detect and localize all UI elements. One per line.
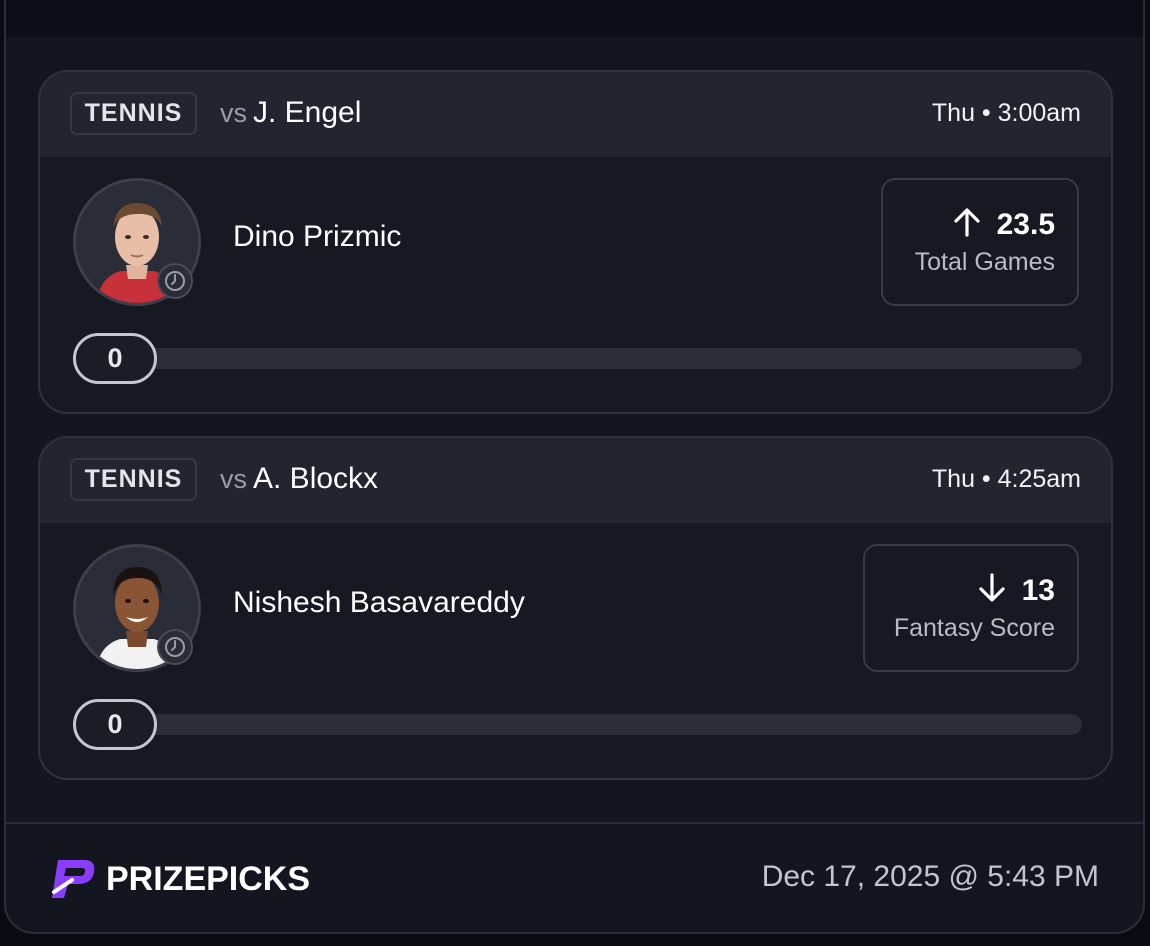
progress-value: 0 (73, 699, 157, 750)
screen: TENNIS vs J. Engel Thu • 3:00am Dino Pri… (0, 0, 1150, 946)
opponent-name: A. Blockx (253, 462, 379, 495)
opponent-name: J. Engel (253, 96, 362, 129)
line-value: 23.5 (996, 207, 1055, 241)
matchup: vs J. Engel (220, 96, 361, 130)
brand-wordmark: PRIZEPICKS (106, 860, 311, 898)
timestamp: Dec 17, 2025 @ 5:43 PM (761, 860, 1099, 893)
pick-card[interactable]: TENNIS vs A. Blockx Thu • 4:25am Nishesh… (38, 436, 1113, 780)
clock-icon (157, 263, 193, 299)
line-value: 13 (1021, 573, 1055, 607)
top-strip (6, 0, 1143, 37)
progress-track (110, 714, 1082, 735)
entry-panel: TENNIS vs J. Engel Thu • 3:00am Dino Pri… (4, 0, 1145, 934)
clock-icon (157, 629, 193, 665)
progress-value: 0 (73, 333, 157, 384)
matchup: vs A. Blockx (220, 462, 378, 496)
prizepicks-logo-icon (50, 858, 98, 900)
player-name: Nishesh Basavareddy (233, 586, 525, 619)
projection-box[interactable]: 13 Fantasy Score (863, 544, 1079, 672)
game-time: Thu • 4:25am (931, 465, 1081, 493)
vs-label: vs (220, 464, 247, 494)
sport-badge: TENNIS (70, 92, 197, 135)
stat-type: Total Games (914, 248, 1055, 276)
pick-card-header: TENNIS vs J. Engel Thu • 3:00am (40, 72, 1111, 157)
progress-track (110, 348, 1082, 369)
footer-divider (6, 822, 1143, 824)
sport-badge: TENNIS (70, 458, 197, 501)
player-name: Dino Prizmic (233, 220, 402, 253)
game-time: Thu • 3:00am (931, 99, 1081, 127)
arrow-down-icon (978, 573, 1006, 608)
pick-card-header: TENNIS vs A. Blockx Thu • 4:25am (40, 438, 1111, 523)
pick-card[interactable]: TENNIS vs J. Engel Thu • 3:00am Dino Pri… (38, 70, 1113, 414)
projection-box[interactable]: 23.5 Total Games (881, 178, 1079, 306)
arrow-up-icon (953, 207, 981, 242)
stat-type: Fantasy Score (893, 614, 1055, 642)
vs-label: vs (220, 98, 247, 128)
